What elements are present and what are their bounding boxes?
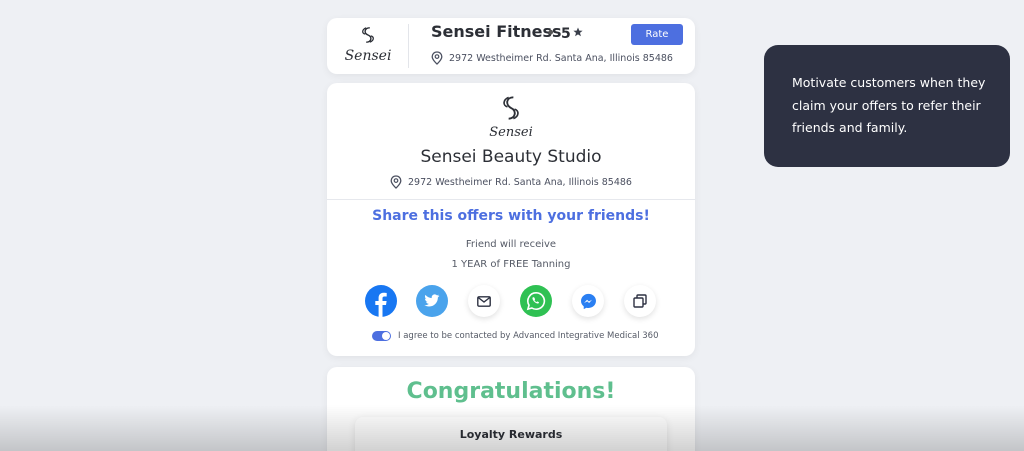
sensei-logo-icon: [362, 27, 374, 43]
separator-dot: •: [546, 23, 556, 42]
star-icon: [573, 27, 583, 40]
location-pin-icon: [390, 175, 402, 189]
messenger-icon[interactable]: [572, 285, 604, 317]
loyalty-rewards-label: Loyalty Rewards: [459, 428, 563, 441]
address-text: 2972 Westheimer Rd. Santa Ana, Illinois …: [449, 52, 673, 64]
divider: [408, 24, 409, 68]
consent-row: I agree to be contacted by Advanced Inte…: [372, 331, 659, 341]
business-address: 2972 Westheimer Rd. Santa Ana, Illinois …: [431, 51, 673, 65]
sensei-logo: Sensei: [341, 26, 395, 64]
info-tooltip: Motivate customers when they claim your …: [764, 45, 1010, 167]
address-text: 2972 Westheimer Rd. Santa Ana, Illinois …: [408, 176, 632, 188]
logo-text: Sensei: [489, 125, 533, 140]
sensei-logo: Sensei: [327, 95, 695, 140]
tooltip-text: Motivate customers when they claim your …: [792, 75, 986, 135]
congrats-title: Congratulations!: [406, 379, 616, 404]
congratulations-card: Congratulations! Loyalty Rewards: [327, 367, 695, 451]
sensei-logo-icon: [503, 96, 519, 120]
business-header-card: Sensei Sensei Fitness • 5 Rate 2972 West…: [327, 18, 695, 74]
business-name: Sensei Fitness: [431, 22, 562, 41]
share-icons-row: [365, 285, 665, 319]
copy-icon[interactable]: [624, 285, 656, 317]
friend-receive-label: Friend will receive: [465, 239, 557, 250]
studio-name: Sensei Beauty Studio: [420, 147, 602, 167]
logo-text: Sensei: [344, 48, 392, 64]
twitter-icon[interactable]: [416, 285, 448, 317]
share-title: Share this offers with your friends!: [372, 208, 650, 224]
whatsapp-icon[interactable]: [520, 285, 552, 317]
location-pin-icon: [431, 51, 443, 65]
divider: [327, 199, 695, 200]
rate-button[interactable]: Rate: [631, 24, 683, 45]
offer-text: 1 YEAR of FREE Tanning: [451, 259, 571, 270]
studio-address: 2972 Westheimer Rd. Santa Ana, Illinois …: [327, 175, 695, 189]
loyalty-rewards-panel[interactable]: Loyalty Rewards: [355, 417, 667, 451]
rating-value: 5: [561, 26, 571, 42]
facebook-icon[interactable]: [365, 285, 397, 317]
share-offer-card: Sensei Sensei Beauty Studio 2972 Westhei…: [327, 83, 695, 356]
email-icon[interactable]: [468, 285, 500, 317]
consent-text: I agree to be contacted by Advanced Inte…: [398, 331, 659, 341]
consent-toggle[interactable]: [372, 331, 391, 341]
